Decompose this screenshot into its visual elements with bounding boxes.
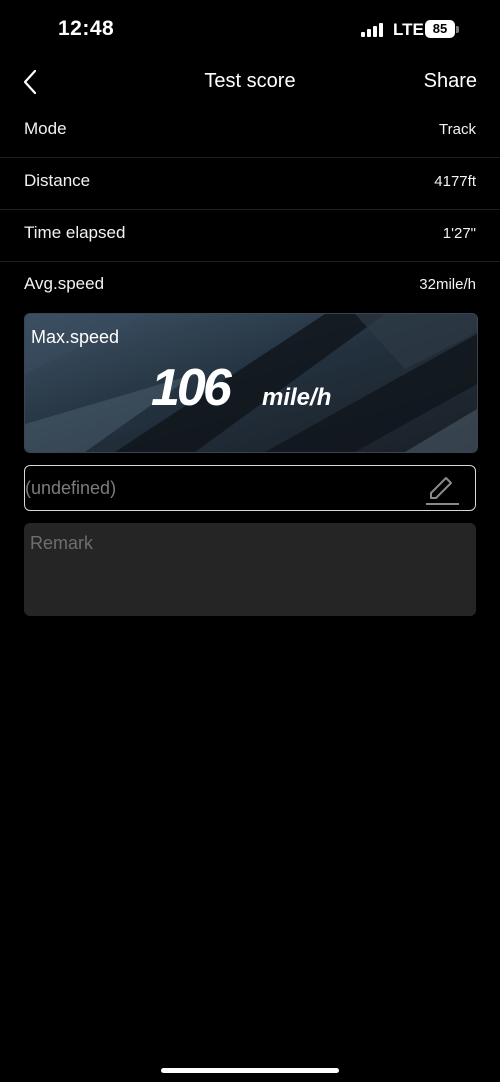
navigation-bar: Test score Share — [0, 60, 500, 104]
stat-row-time-elapsed: Time elapsed 1'27" — [0, 210, 500, 262]
stat-value: Track — [439, 121, 476, 138]
stat-value: 4177ft — [434, 173, 476, 190]
name-field — [24, 465, 476, 511]
stat-label: Time elapsed — [24, 223, 126, 242]
remark-box — [24, 523, 476, 616]
max-speed-card: Max.speed 106 mile/h — [24, 313, 478, 453]
name-input[interactable] — [25, 466, 415, 510]
stat-value: 1'27" — [442, 225, 476, 242]
max-speed-unit: mile/h — [262, 384, 332, 411]
cellular-signal-icon — [361, 23, 385, 37]
stat-label: Avg.speed — [24, 274, 105, 293]
stat-label: Distance — [24, 171, 91, 190]
status-time: 12:48 — [58, 17, 115, 40]
remark-textarea[interactable] — [30, 533, 470, 609]
home-indicator[interactable] — [161, 1068, 339, 1073]
stat-row-distance: Distance 4177ft — [0, 158, 500, 210]
network-type: LTE — [393, 20, 424, 39]
stat-value: 32mile/h — [419, 276, 476, 293]
pencil-edit-icon[interactable] — [425, 472, 461, 506]
max-speed-value: 106 — [151, 359, 232, 417]
battery-icon: 85 — [425, 20, 455, 38]
battery-tip — [456, 26, 459, 33]
stat-label: Mode — [24, 119, 67, 138]
status-bar: 12:48 LTE 85 — [0, 0, 500, 60]
stat-row-avg-speed: Avg.speed 32mile/h — [0, 261, 500, 312]
max-speed-label: Max.speed — [31, 327, 120, 347]
share-button[interactable]: Share — [424, 70, 477, 93]
stat-row-mode: Mode Track — [0, 106, 500, 158]
